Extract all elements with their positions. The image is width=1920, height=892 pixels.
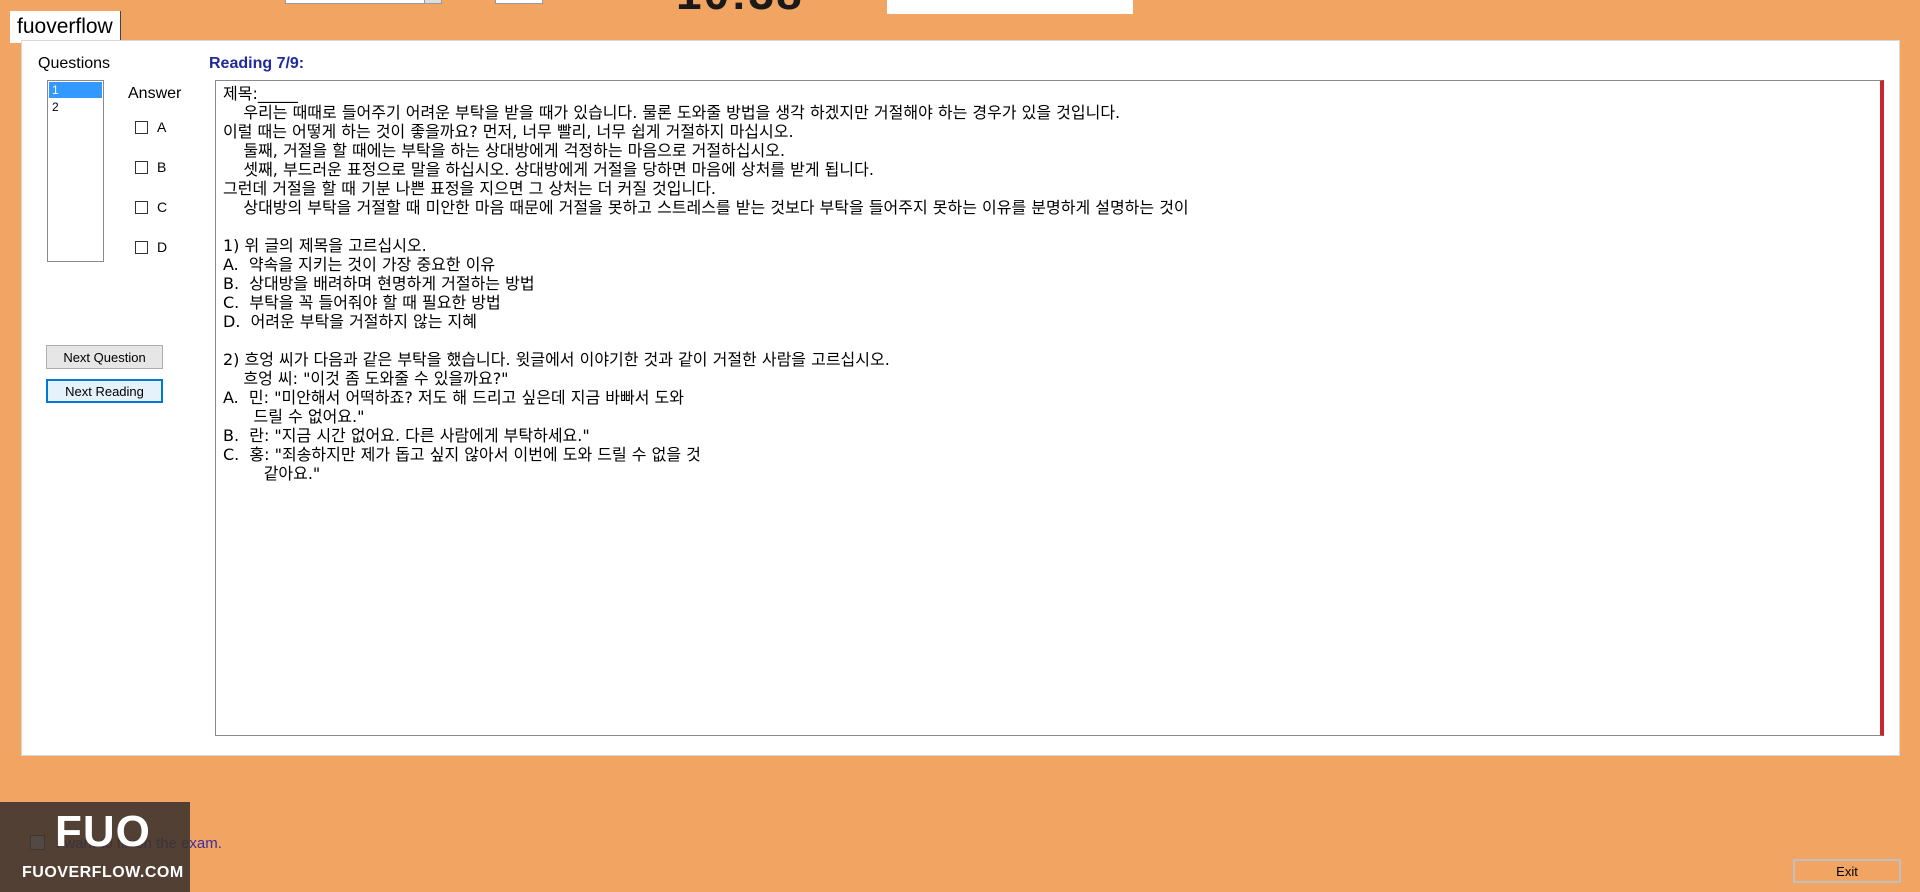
reading-line: A. 민: "미안해서 어떡하죠? 저도 해 드리고 싶은데 지금 바빠서 도와 bbox=[223, 388, 684, 407]
reading-line: C. 홍: "죄송하지만 제가 돕고 싶지 않아서 이번에 도와 드릴 수 없을… bbox=[223, 445, 701, 464]
question-item[interactable]: 2 bbox=[49, 99, 102, 115]
reading-line: 우리는 때때로 들어주기 어려운 부탁을 받을 때가 있습니다. 물론 도와줄 … bbox=[223, 103, 1121, 122]
answer-option-label: D bbox=[157, 239, 168, 255]
reading-line: B. 상대방을 배려하며 현명하게 거절하는 방법 bbox=[223, 274, 535, 293]
reading-line: 상대방의 부탁을 거절할 때 미안한 마음 때문에 거절을 못하고 스트레스를 … bbox=[223, 198, 1189, 217]
small-top-field[interactable] bbox=[495, 0, 543, 4]
answer-option-label: C bbox=[157, 199, 168, 215]
watermark-label: fuoverflow bbox=[10, 11, 121, 43]
top-info-box bbox=[887, 0, 1133, 14]
reading-line: A. 약속을 지키는 것이 가장 중요한 이유 bbox=[223, 255, 496, 274]
exam-timer: 10:38 bbox=[676, 0, 804, 16]
reading-line: 이럴 때는 어떻게 하는 것이 좋을까요? 먼저, 너무 빨리, 너무 쉽게 거… bbox=[223, 122, 794, 141]
reading-line: 드릴 수 없어요." bbox=[223, 407, 365, 426]
reading-line: 흐엉 씨: "이것 좀 도와줄 수 있을까요?" bbox=[223, 369, 509, 388]
reading-line: 같아요." bbox=[223, 464, 321, 483]
reading-line: 셋째, 부드러운 표정으로 말을 하십시오. 상대방에게 거절을 당하면 마음에… bbox=[223, 160, 874, 179]
next-reading-button[interactable]: Next Reading bbox=[46, 379, 163, 403]
questions-label: Questions bbox=[38, 55, 111, 72]
answer-checkbox[interactable] bbox=[135, 160, 148, 174]
watermark-text: FUOVERFLOW.COM bbox=[22, 864, 184, 881]
reading-line: B. 란: "지금 시간 없어요. 다른 사람에게 부탁하세요." bbox=[223, 426, 590, 445]
exit-button[interactable]: Exit bbox=[1793, 859, 1901, 883]
reading-line: C. 부탁을 꼭 들어줘야 할 때 필요한 방법 bbox=[223, 293, 501, 312]
reading-line bbox=[223, 331, 1873, 350]
answer-option-a[interactable]: A bbox=[135, 119, 166, 135]
answer-checkbox[interactable] bbox=[135, 240, 148, 254]
exam-code-combo[interactable] bbox=[285, 0, 442, 4]
answer-checkbox[interactable] bbox=[135, 200, 148, 214]
answer-option-b[interactable]: B bbox=[135, 159, 166, 175]
question-item[interactable]: 1 bbox=[49, 82, 102, 98]
questions-list[interactable]: 12 bbox=[47, 80, 104, 262]
answer-option-d[interactable]: D bbox=[135, 239, 167, 255]
next-question-button[interactable]: Next Question bbox=[46, 345, 163, 369]
answer-label: Answer bbox=[128, 85, 182, 102]
reading-line: 둘째, 거절을 할 때에는 부탁을 하는 상대방에게 걱정하는 마음으로 거절하… bbox=[223, 141, 786, 160]
answer-option-label: A bbox=[157, 119, 167, 135]
reading-line: 그런데 거절을 할 때 기분 나쁜 표정을 지으면 그 상처는 더 커질 것입니… bbox=[223, 179, 716, 198]
answer-checkbox[interactable] bbox=[135, 120, 148, 134]
reading-line: 제목:_____ bbox=[223, 84, 298, 103]
reading-line: 2) 흐엉 씨가 다음과 같은 부탁을 했습니다. 윗글에서 이야기한 것과 같… bbox=[223, 350, 890, 369]
watermark-logo-block: FUO FUOVERFLOW.COM bbox=[0, 802, 190, 892]
reading-line: D. 어려운 부탁을 거절하지 않는 지혜 bbox=[223, 312, 478, 331]
reading-line bbox=[223, 217, 1873, 236]
watermark-logo: FUO bbox=[55, 807, 151, 856]
answer-option-c[interactable]: C bbox=[135, 199, 167, 215]
answer-option-label: B bbox=[157, 159, 167, 175]
reading-title: Reading 7/9: bbox=[209, 55, 305, 72]
reading-line: 1) 위 글의 제목을 고르십시오. bbox=[223, 236, 427, 255]
reading-text-area[interactable]: 제목:_____ 우리는 때때로 들어주기 어려운 부탁을 받을 때가 있습니다… bbox=[215, 80, 1884, 736]
